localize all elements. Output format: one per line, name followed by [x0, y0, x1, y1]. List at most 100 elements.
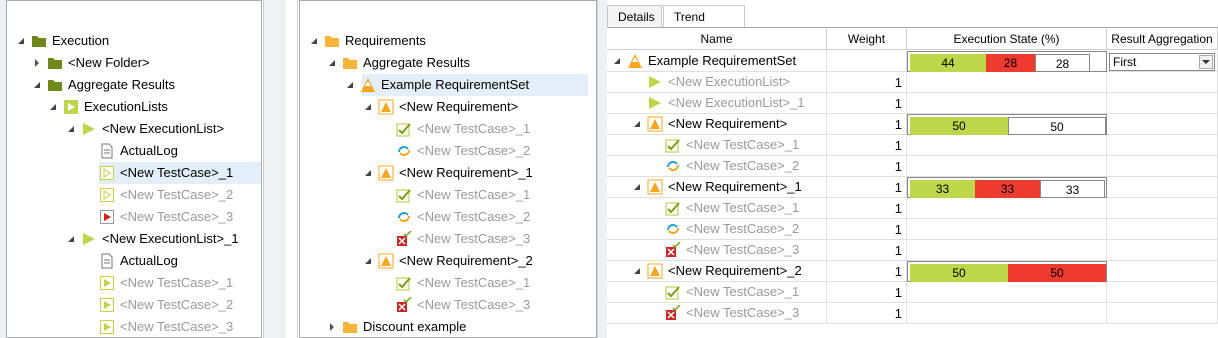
requirements-tree-item[interactable]: <New TestCase>_2: [300, 206, 596, 228]
column-header-result-aggregation[interactable]: Result Aggregation: [1107, 28, 1218, 50]
grid-cell-name-label: <New ExecutionList>_1: [668, 95, 805, 110]
requirements-tree-item[interactable]: <New TestCase>_3: [300, 294, 596, 316]
grid-row[interactable]: <New Requirement> 1 50 50: [607, 114, 1218, 135]
grid-cell-weight[interactable]: 1: [827, 177, 907, 198]
requirements-tree-item[interactable]: Discount example: [300, 316, 596, 337]
collapse-icon[interactable]: [631, 176, 643, 198]
requirements-tree-item[interactable]: Aggregate Results: [300, 52, 596, 74]
expand-icon[interactable]: [326, 316, 338, 337]
requirements-tree-item[interactable]: Example RequirementSet: [361, 74, 588, 96]
execution-tree-item[interactable]: <New ExecutionList>_1: [7, 228, 261, 250]
execution-tree-item[interactable]: <New TestCase>_2: [7, 294, 261, 316]
execution-tree-item[interactable]: <New Folder>: [7, 52, 261, 74]
requirements-tree-item[interactable]: <New TestCase>_1: [300, 118, 596, 140]
grid-cell-weight[interactable]: 1: [827, 198, 907, 219]
collapse-icon[interactable]: [362, 250, 374, 272]
collapse-icon[interactable]: [344, 74, 356, 96]
grid-cell-result-aggregation[interactable]: [1107, 261, 1218, 282]
requirements-tree-item[interactable]: <New TestCase>_2: [300, 140, 596, 162]
execution-tree-item[interactable]: <New TestCase>_1: [99, 162, 261, 184]
execution-tree-item[interactable]: ExecutionLists: [7, 96, 261, 118]
tab-trend-chart[interactable]: Trend chart: [663, 5, 745, 46]
grid-cell-result-aggregation[interactable]: [1107, 114, 1218, 135]
grid-row[interactable]: <New TestCase>_1 1: [607, 198, 1218, 219]
grid-row[interactable]: <New TestCase>_2 1: [607, 219, 1218, 240]
column-header-weight[interactable]: Weight: [827, 28, 907, 50]
requirements-tree-item[interactable]: <New Requirement>_1: [300, 162, 596, 184]
grid-cell-weight[interactable]: 1: [827, 219, 907, 240]
grid-row[interactable]: <New TestCase>_3 1: [607, 303, 1218, 324]
grid-row[interactable]: <New Requirement>_2 1 50 50: [607, 261, 1218, 282]
expand-icon[interactable]: [31, 52, 43, 74]
collapse-icon[interactable]: [65, 118, 77, 140]
collapse-icon[interactable]: [326, 52, 338, 74]
grid-cell-weight[interactable]: 1: [827, 114, 907, 135]
grid-cell-result-aggregation[interactable]: [1107, 219, 1218, 240]
grid-cell-weight[interactable]: 1: [827, 261, 907, 282]
requirements-tree-item[interactable]: <New TestCase>_1: [300, 272, 596, 294]
tab-details[interactable]: Details: [607, 5, 662, 27]
execution-tree-panel[interactable]: Execution <New Folder> Aggregate Results Ex…: [6, 0, 262, 338]
grid-cell-weight[interactable]: 1: [827, 240, 907, 261]
execution-tree-item[interactable]: ActualLog: [7, 140, 261, 162]
grid-cell-result-aggregation[interactable]: [1107, 156, 1218, 177]
grid-cell-weight[interactable]: 1: [827, 93, 907, 114]
grid-row[interactable]: <New TestCase>_1 1: [607, 135, 1218, 156]
grid-cell-weight[interactable]: 1: [827, 303, 907, 324]
grid-cell-result-aggregation[interactable]: [1107, 198, 1218, 219]
grid-cell-result-aggregation[interactable]: [1107, 135, 1218, 156]
column-header-name[interactable]: Name: [607, 28, 827, 50]
requirements-tree-item[interactable]: Requirements: [300, 30, 596, 52]
splitter-left[interactable]: [263, 0, 286, 338]
execution-tree-item[interactable]: <New TestCase>_2: [7, 184, 261, 206]
grid-row[interactable]: <New Requirement>_1 1 33 33 33: [607, 177, 1218, 198]
collapse-icon[interactable]: [611, 50, 623, 72]
grid-cell-weight[interactable]: [827, 51, 907, 72]
requirements-tree-panel[interactable]: Requirements Aggregate Results Example Req…: [299, 0, 597, 338]
execution-tree-item[interactable]: ActualLog: [7, 250, 261, 272]
grid-cell-weight[interactable]: 1: [827, 156, 907, 177]
grid-cell-weight[interactable]: 1: [827, 135, 907, 156]
execution-tree-item[interactable]: Aggregate Results: [7, 74, 261, 96]
grid-row[interactable]: <New ExecutionList> 1: [607, 72, 1218, 93]
grid-row[interactable]: <New TestCase>_2 1: [607, 156, 1218, 177]
grid-cell-result-aggregation[interactable]: [1107, 303, 1218, 324]
result-aggregation-select[interactable]: First: [1109, 53, 1215, 71]
collapse-icon[interactable]: [362, 162, 374, 184]
grid-cell-result-aggregation[interactable]: [1107, 282, 1218, 303]
collapse-icon[interactable]: [65, 228, 77, 250]
requirementset-expander[interactable]: [344, 74, 360, 96]
grid-cell-result-aggregation[interactable]: [1107, 177, 1218, 198]
requirements-tree-item[interactable]: <New TestCase>_3: [300, 228, 596, 250]
collapse-icon[interactable]: [362, 96, 374, 118]
execution-tree-item[interactable]: Execution: [7, 30, 261, 52]
execution-tree-item[interactable]: <New TestCase>_3: [7, 316, 261, 337]
collapse-icon[interactable]: [308, 30, 320, 52]
grid-cell-result-aggregation[interactable]: [1107, 240, 1218, 261]
requirements-tree-item[interactable]: <New Requirement>_2: [300, 250, 596, 272]
execution-tree-item[interactable]: <New TestCase>_3: [7, 206, 261, 228]
column-header-execution-state[interactable]: Execution State (%): [907, 28, 1107, 50]
requirements-tree-item[interactable]: <New Requirement>: [300, 96, 596, 118]
execution-tree-item[interactable]: <New TestCase>_1: [7, 272, 261, 294]
execution-tree-item[interactable]: <New ExecutionList>: [7, 118, 261, 140]
grid-cell-name: <New Requirement>: [607, 114, 827, 135]
grid-row[interactable]: <New TestCase>_3 1: [607, 240, 1218, 261]
collapse-icon[interactable]: [631, 113, 643, 135]
grid-cell-result-aggregation[interactable]: [1107, 72, 1218, 93]
grid-cell-result-aggregation[interactable]: First: [1107, 51, 1218, 72]
grid-row[interactable]: <New ExecutionList>_1 1: [607, 93, 1218, 114]
requirements-tree-item[interactable]: <New TestCase>_1: [300, 184, 596, 206]
collapse-icon[interactable]: [31, 74, 43, 96]
grid-cell-weight[interactable]: 1: [827, 72, 907, 93]
grid-cell-weight[interactable]: 1: [827, 282, 907, 303]
collapse-icon[interactable]: [15, 30, 27, 52]
chevron-down-icon[interactable]: [1199, 55, 1213, 69]
collapse-icon[interactable]: [47, 96, 59, 118]
collapse-icon[interactable]: [631, 260, 643, 282]
grid-row[interactable]: <New TestCase>_1 1: [607, 282, 1218, 303]
grid-cell-result-aggregation[interactable]: [1107, 93, 1218, 114]
splitter-right[interactable]: [597, 0, 607, 338]
grid-row[interactable]: Example RequirementSet 44 28 28 First: [607, 51, 1218, 72]
requirements-grid[interactable]: Name Weight Execution State (%) Result A…: [607, 27, 1218, 338]
